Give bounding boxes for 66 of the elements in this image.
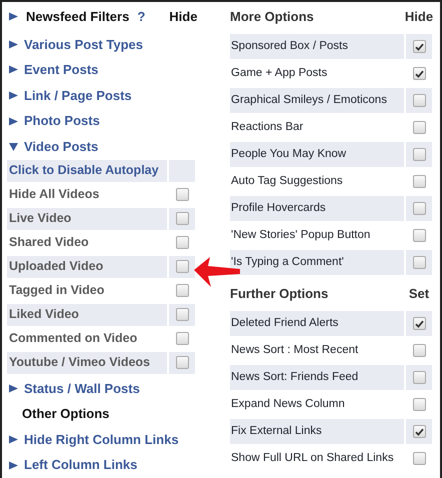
collapsed-triangle-icon — [9, 384, 18, 393]
section-link[interactable]: Status / Wall Posts — [24, 378, 140, 398]
checkbox[interactable] — [412, 425, 426, 438]
checkbox[interactable] — [412, 148, 426, 161]
option-label: Profile Hovercards — [230, 196, 404, 221]
disable-autoplay-button[interactable]: Click to Disable Autoplay — [7, 160, 167, 182]
collapsed-triangle-icon — [9, 65, 18, 74]
expanded-triangle-icon — [9, 142, 18, 152]
option-label: Live Video — [7, 208, 167, 230]
column-header: Hide — [404, 8, 434, 26]
checkbox[interactable] — [176, 308, 188, 322]
section-heading: Other Options — [22, 405, 110, 424]
collapsed-triangle-icon — [9, 435, 18, 444]
section-link[interactable]: Link / Page Posts — [24, 86, 132, 106]
checkbox[interactable] — [176, 356, 188, 370]
checkbox[interactable] — [412, 317, 426, 330]
checkbox[interactable] — [412, 256, 426, 269]
option-label: People You May Know — [230, 142, 404, 167]
collapsed-triangle-icon — [9, 91, 18, 100]
option-label: Youtube / Vimeo Videos — [7, 352, 167, 374]
option-label: 'Is Typing a Comment' — [230, 250, 404, 275]
collapsed-triangle-icon — [9, 12, 18, 22]
option-label: Sponsored Box / Posts — [230, 34, 404, 59]
checkmark-icon — [414, 320, 424, 328]
group-title: More Options — [230, 8, 315, 26]
collapsed-triangle-icon — [9, 460, 18, 470]
checkmark-icon — [414, 42, 424, 50]
checkbox[interactable] — [412, 67, 426, 80]
option-label: News Sort: Friends Feed — [230, 365, 404, 390]
section-link[interactable]: Video Posts — [24, 137, 98, 157]
checkbox[interactable] — [176, 332, 188, 346]
section-link[interactable]: Photo Posts — [24, 111, 100, 131]
section-link[interactable]: Event Posts — [24, 60, 98, 80]
checkbox[interactable] — [176, 188, 188, 202]
section-link[interactable]: Various Post Types — [24, 34, 143, 54]
collapsed-triangle-icon — [9, 116, 18, 126]
checkmark-icon — [414, 428, 424, 436]
help-link[interactable]: ? — [137, 7, 146, 27]
checkmark-icon — [414, 70, 424, 78]
checkbox[interactable] — [412, 398, 426, 411]
checkbox[interactable] — [176, 236, 188, 250]
checkbox[interactable] — [412, 452, 426, 465]
checkbox[interactable] — [412, 40, 426, 53]
column-header: Hide — [169, 8, 198, 26]
column-header: Set — [408, 285, 430, 304]
checkbox[interactable] — [412, 344, 426, 357]
checkbox[interactable] — [176, 260, 188, 274]
panel-title: Newsfeed Filters — [26, 8, 130, 26]
checkbox[interactable] — [176, 212, 188, 226]
section-link[interactable]: Left Column Links — [24, 455, 138, 475]
checkbox[interactable] — [412, 229, 426, 242]
checkbox[interactable] — [412, 121, 426, 134]
checkbox[interactable] — [176, 284, 188, 298]
checkbox[interactable] — [412, 202, 426, 215]
option-label: Deleted Friend Alerts — [230, 311, 404, 336]
option-label: Liked Video — [7, 304, 167, 326]
checkbox[interactable] — [412, 94, 426, 107]
annotation-arrow — [194, 257, 240, 287]
option-label: Graphical Smileys / Emoticons — [230, 88, 404, 113]
collapsed-triangle-icon — [9, 40, 18, 49]
section-link[interactable]: Hide Right Column Links — [24, 430, 179, 450]
option-label: Uploaded Video — [7, 256, 167, 278]
group-title: Further Options — [230, 285, 330, 304]
checkbox[interactable] — [412, 371, 426, 384]
checkbox[interactable] — [412, 175, 426, 188]
option-label: Fix External Links — [230, 419, 404, 444]
